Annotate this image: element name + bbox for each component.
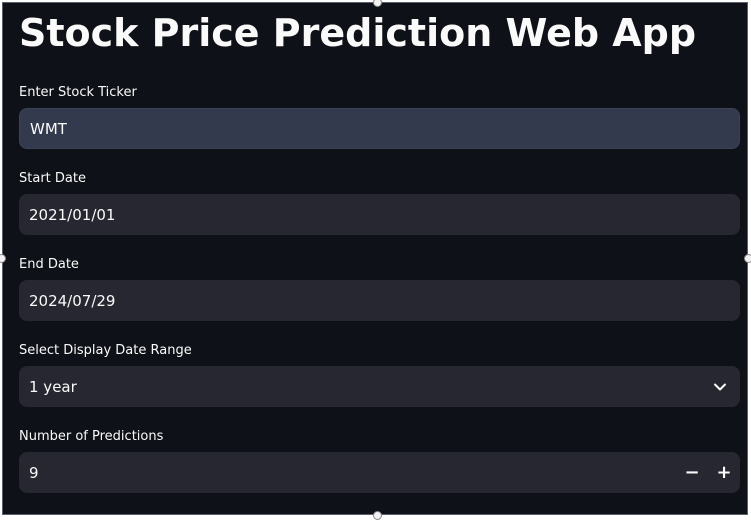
display-range-select[interactable]: 1 year bbox=[19, 366, 740, 407]
start-date-input[interactable] bbox=[19, 194, 740, 235]
resize-handle-right[interactable] bbox=[744, 254, 751, 263]
ticker-label: Enter Stock Ticker bbox=[19, 85, 137, 100]
app-window: Stock Price Prediction Web App Enter Sto… bbox=[2, 2, 748, 515]
end-date-label: End Date bbox=[19, 257, 79, 272]
decrement-button[interactable]: − bbox=[676, 452, 708, 493]
num-predictions-label: Number of Predictions bbox=[19, 429, 164, 444]
num-predictions-stepper[interactable]: 9 − + bbox=[19, 452, 740, 493]
ticker-input[interactable] bbox=[20, 109, 739, 148]
increment-button[interactable]: + bbox=[708, 452, 740, 493]
ticker-field[interactable] bbox=[19, 108, 740, 149]
display-range-label: Select Display Date Range bbox=[19, 343, 192, 358]
resize-handle-bottom[interactable] bbox=[373, 511, 382, 520]
end-date-field[interactable] bbox=[19, 280, 740, 321]
start-date-field[interactable] bbox=[19, 194, 740, 235]
display-range-value: 1 year bbox=[29, 377, 77, 396]
chevron-down-icon[interactable] bbox=[700, 366, 740, 407]
page-title: Stock Price Prediction Web App bbox=[19, 11, 697, 55]
start-date-label: Start Date bbox=[19, 171, 86, 186]
num-predictions-value[interactable]: 9 bbox=[19, 464, 676, 482]
end-date-input[interactable] bbox=[19, 280, 740, 321]
